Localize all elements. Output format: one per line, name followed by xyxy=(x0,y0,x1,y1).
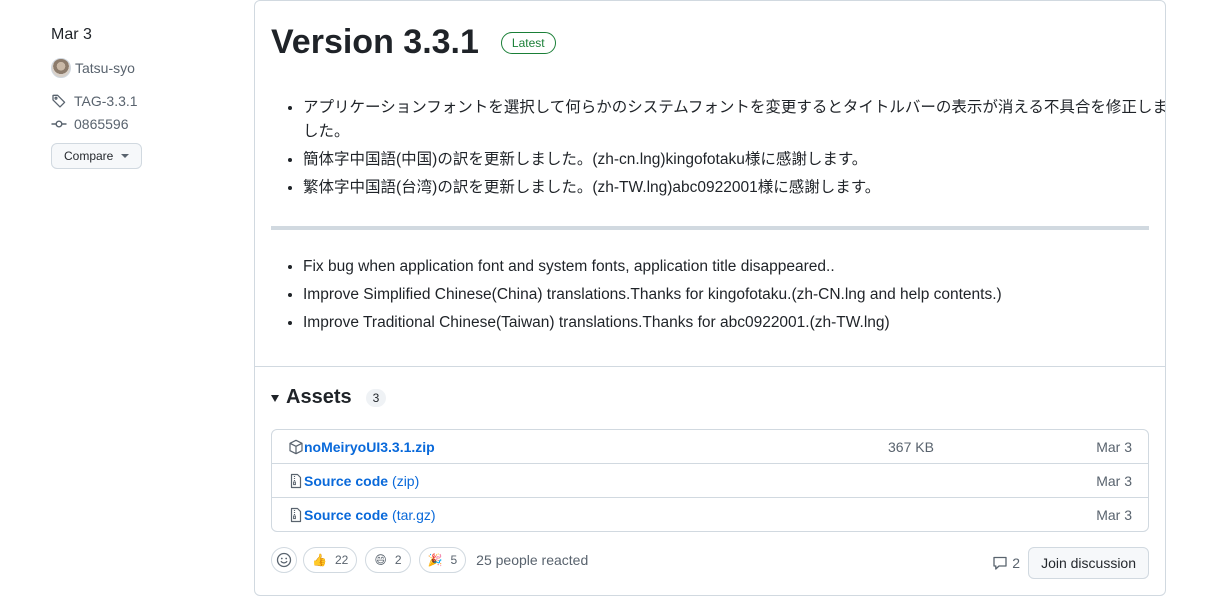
compare-label: Compare xyxy=(64,149,114,163)
asset-list: noMeiryoUI3.3.1.zip 367 KB Mar 3 Source … xyxy=(271,429,1149,532)
tag-name[interactable]: TAG-3.3.1 xyxy=(74,93,138,109)
reaction-count: 5 xyxy=(450,553,458,567)
commit-sha[interactable]: 0865596 xyxy=(74,116,129,132)
release-notes-jp: アプリケーションフォントを選択して何らかのシステムフォントを変更するとタイトルバ… xyxy=(271,96,1165,204)
compare-button[interactable]: Compare xyxy=(51,143,143,169)
tag-icon xyxy=(52,94,66,108)
notes-separator xyxy=(271,226,1149,230)
asset-row: noMeiryoUI3.3.1.zip 367 KB Mar 3 xyxy=(272,430,1148,463)
asset-link[interactable]: Source code xyxy=(304,507,388,523)
asset-link-ext[interactable]: (zip) xyxy=(392,473,419,489)
package-icon xyxy=(289,439,303,454)
reaction-count: 2 xyxy=(394,553,402,567)
release-header: Version 3.3.1 Latest xyxy=(271,23,1149,62)
asset-row: Source code (zip) Mar 3 xyxy=(272,463,1148,497)
latest-badge: Latest xyxy=(500,31,556,54)
note-item: 繁体字中国語(台湾)の訳を更新しました。(zh-TW.lng)abc092200… xyxy=(303,176,1165,200)
triangle-down-icon[interactable] xyxy=(271,395,279,402)
reaction-smile[interactable]: 😄 2 xyxy=(365,547,411,573)
reaction-thumbs-up[interactable]: 👍 22 xyxy=(303,547,358,573)
note-item: アプリケーションフォントを選択して何らかのシステムフォントを変更するとタイトルバ… xyxy=(303,96,1165,144)
note-item: Fix bug when application font and system… xyxy=(303,253,1165,281)
smile-icon: 😄 xyxy=(374,553,387,567)
release-date: Mar 3 xyxy=(51,26,92,43)
asset-date: Mar 3 xyxy=(1096,472,1132,489)
release-meta: Mar 3 Tatsu-syo TAG-3.3.1 0865596 Compar… xyxy=(51,26,231,169)
note-item: Improve Traditional Chinese(Taiwan) tran… xyxy=(303,309,1165,337)
chevron-down-icon xyxy=(121,154,130,158)
asset-link[interactable]: Source code xyxy=(304,473,388,489)
assets-heading[interactable]: Assets xyxy=(286,386,352,409)
tag-link[interactable]: TAG-3.3.1 xyxy=(51,93,231,109)
commit-link[interactable]: 0865596 xyxy=(51,116,231,132)
release-title[interactable]: Version 3.3.1 xyxy=(271,23,479,62)
note-item: Improve Simplified Chinese(China) transl… xyxy=(303,281,1165,309)
asset-size: 367 KB xyxy=(888,438,934,455)
note-item: 簡体字中国語(中国)の訳を更新しました。(zh-cn.lng)kingofota… xyxy=(303,148,1165,172)
commit-icon xyxy=(51,120,67,128)
author-link[interactable]: Tatsu-syo xyxy=(51,58,231,78)
reaction-count: 22 xyxy=(334,553,349,567)
author-avatar[interactable] xyxy=(51,58,71,78)
asset-link-ext[interactable]: (tar.gz) xyxy=(392,507,436,523)
reaction-tada[interactable]: 🎉 5 xyxy=(418,547,467,573)
release-card: Version 3.3.1 Latest アプリケーションフォントを選択して何ら… xyxy=(254,0,1166,596)
reactions-summary[interactable]: 25 people reacted xyxy=(476,552,588,568)
release-body: Version 3.3.1 Latest アプリケーションフォントを選択して何ら… xyxy=(271,1,1165,331)
tada-icon: 🎉 xyxy=(427,553,443,567)
asset-link[interactable]: noMeiryoUI3.3.1.zip xyxy=(304,439,435,455)
comment-count-link[interactable]: 2 xyxy=(992,555,1020,571)
add-reaction-button[interactable] xyxy=(271,547,297,573)
join-discussion-button[interactable]: Join discussion xyxy=(1028,547,1149,579)
file-zip-icon xyxy=(290,507,302,522)
release-notes-en: Fix bug when application font and system… xyxy=(271,253,1165,337)
asset-date: Mar 3 xyxy=(1096,506,1132,523)
reactions-bar: 👍 22 😄 2 🎉 5 25 people reacted xyxy=(271,547,588,573)
asset-row: Source code (tar.gz) Mar 3 xyxy=(272,497,1148,531)
file-zip-icon xyxy=(290,473,302,488)
author-name[interactable]: Tatsu-syo xyxy=(75,60,135,76)
discussion-area: 2 Join discussion xyxy=(992,547,1149,579)
assets-toggle[interactable]: Assets 3 xyxy=(271,386,387,409)
thumbs-up-icon: 👍 xyxy=(312,553,327,567)
comment-icon xyxy=(993,556,1007,570)
asset-date: Mar 3 xyxy=(1096,438,1132,455)
comment-count: 2 xyxy=(1012,555,1021,571)
smiley-icon xyxy=(276,552,292,568)
assets-count-badge: 3 xyxy=(365,388,387,407)
assets-divider xyxy=(255,366,1165,367)
